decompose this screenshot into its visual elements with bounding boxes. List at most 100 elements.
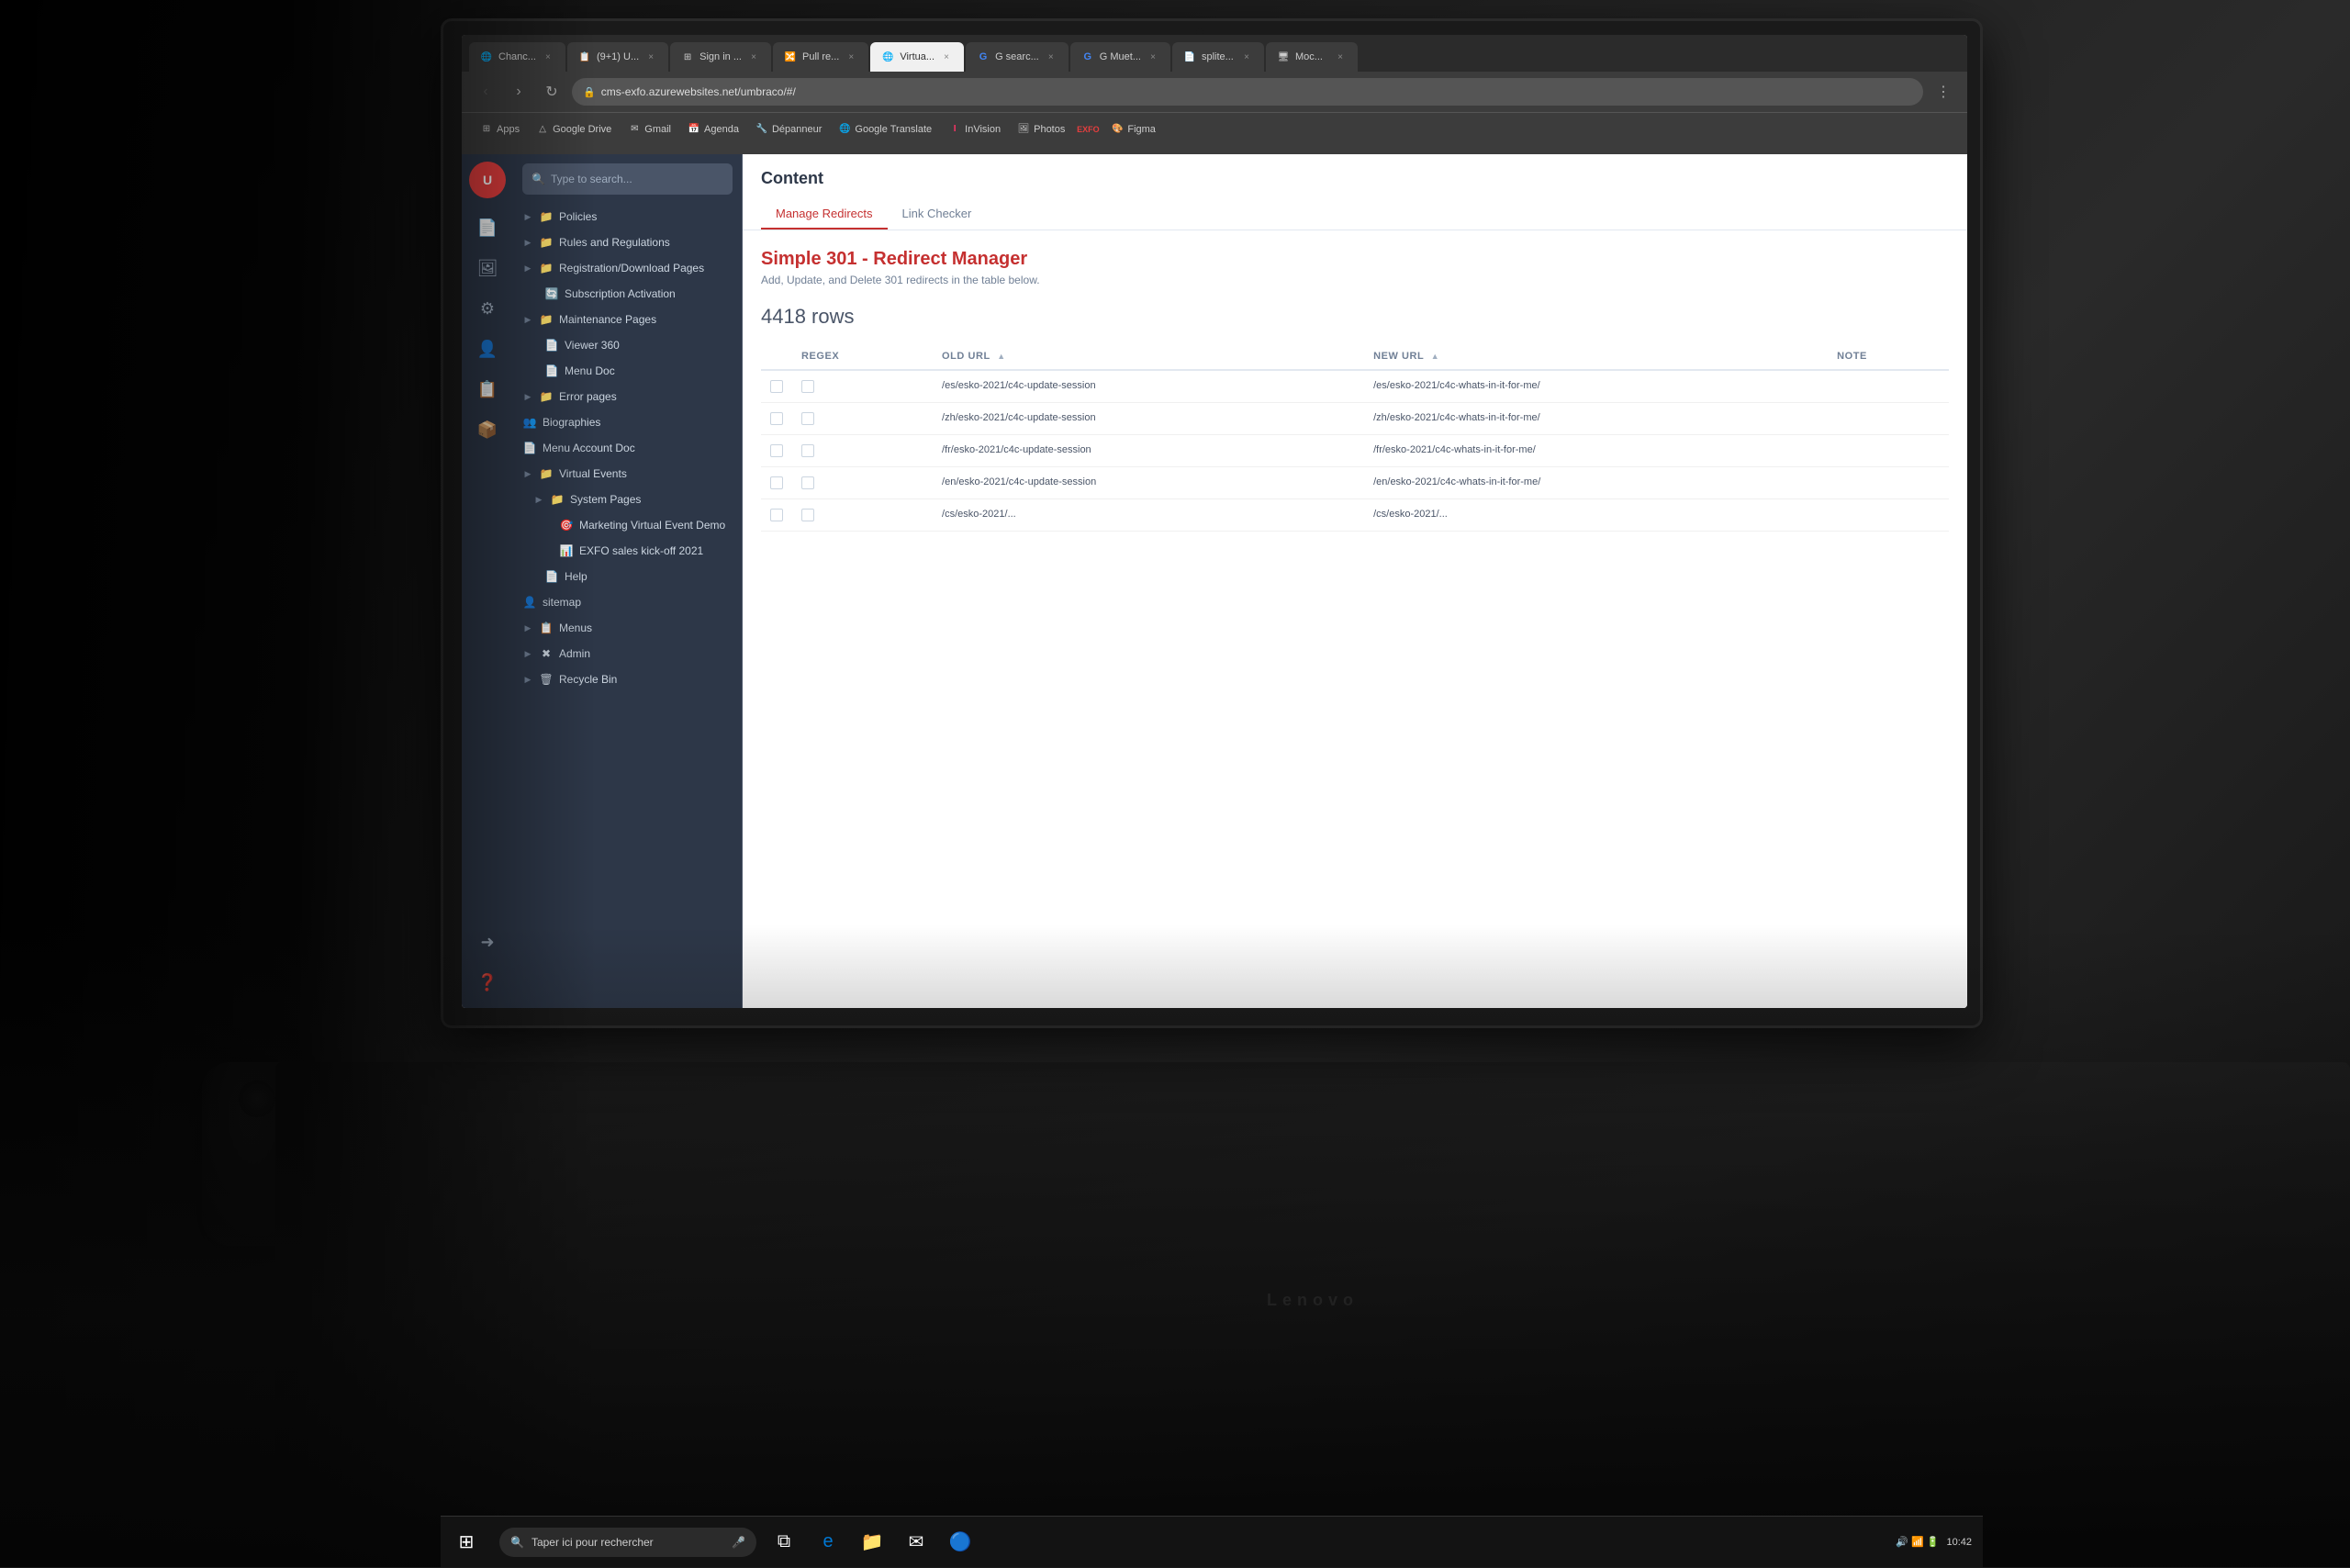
taskbar-icon-taskview[interactable]: ⧉ [764, 1522, 804, 1562]
bookmark-invision[interactable]: I InVision [941, 120, 1008, 139]
folder-icon-rules: 📁 [539, 235, 554, 250]
taskbar-tray: 🔊 📶 🔋 10:42 [1885, 1536, 1983, 1548]
tab-close-4[interactable]: × [845, 50, 857, 63]
browser-tab-3[interactable]: ⊞ Sign in ... × [670, 42, 771, 72]
tree-scroll[interactable]: ▶ 📁 Policies ▶ 📁 Rules and Regulations [513, 204, 742, 1008]
tree-item-menudoc[interactable]: 📄 Menu Doc [513, 358, 742, 384]
browser-tab-6[interactable]: G G searc... × [966, 42, 1069, 72]
tree-item-errorpages[interactable]: ▶ 📁 Error pages [513, 384, 742, 409]
tab-close-3[interactable]: × [747, 50, 760, 63]
chevron-virtualevents: ▶ [522, 468, 533, 479]
tree-item-marketingevent[interactable]: 🎯 Marketing Virtual Event Demo [513, 512, 742, 538]
rail-icon-forms[interactable]: 📋 [469, 371, 506, 408]
bookmark-exfo[interactable]: EXFO [1074, 120, 1102, 139]
tree-item-maintenance[interactable]: ▶ 📁 Maintenance Pages [513, 307, 742, 332]
back-button[interactable]: ‹ [473, 79, 498, 105]
tab-close-5[interactable]: × [940, 50, 953, 63]
row2-regex-checkbox[interactable] [801, 412, 814, 425]
extensions-button[interactable]: ⋮ [1930, 79, 1956, 105]
forward-button[interactable]: › [506, 79, 532, 105]
row1-regex-checkbox[interactable] [801, 380, 814, 393]
tree-item-policies[interactable]: ▶ 📁 Policies [513, 204, 742, 230]
start-button[interactable]: ⊞ [441, 1517, 492, 1568]
tree-item-virtualevents[interactable]: ▶ 📁 Virtual Events [513, 461, 742, 487]
row3-checkbox[interactable] [770, 444, 783, 457]
rail-icon-deploy[interactable]: 📦 [469, 411, 506, 448]
tab-close-7[interactable]: × [1147, 50, 1159, 63]
th-regex[interactable]: REGEX [792, 343, 933, 370]
bookmark-depanneur[interactable]: 🔧 Dépanneur [748, 120, 829, 139]
tree-item-biographies[interactable]: 👥 Biographies [513, 409, 742, 435]
tree-item-admin[interactable]: ▶ ✖ Admin [513, 641, 742, 666]
tab-link-checker[interactable]: Link Checker [888, 199, 987, 230]
row5-regex-checkbox[interactable] [801, 509, 814, 521]
tab-close-1[interactable]: × [542, 50, 554, 63]
taskbar-icon-explorer[interactable]: 📁 [852, 1522, 892, 1562]
row2-checkbox-cell [761, 403, 792, 435]
browser-tab-8[interactable]: 📄 splite... × [1172, 42, 1264, 72]
tree-item-recyclebin[interactable]: ▶ 🗑 Recycle Bin [513, 666, 742, 692]
address-bar[interactable]: 🔒 cms-exfo.azurewebsites.net/umbraco/#/ [572, 78, 1923, 106]
row4-regex-checkbox[interactable] [801, 476, 814, 489]
tree-item-registration[interactable]: ▶ 📁 Registration/Download Pages [513, 255, 742, 281]
doc-icon-menudoc: 📄 [544, 364, 559, 378]
browser-tabs: 🌐 Chanc... × 📋 (9+1) U... × ⊞ Sign in ..… [462, 35, 1967, 72]
tree-item-rules[interactable]: ▶ 📁 Rules and Regulations [513, 230, 742, 255]
tab-close-9[interactable]: × [1334, 50, 1347, 63]
bookmark-apps[interactable]: ⊞ Apps [473, 120, 527, 139]
browser-tab-4[interactable]: 🔀 Pull re... × [773, 42, 868, 72]
tree-item-menus[interactable]: ▶ 📋 Menus [513, 615, 742, 641]
redirect-manager-subtitle: Add, Update, and Delete 301 redirects in… [761, 274, 1949, 286]
taskbar-search[interactable]: 🔍 Taper ici pour rechercher 🎤 [499, 1528, 756, 1557]
browser-tab-5[interactable]: 🌐 Virtua... × [870, 42, 964, 72]
bookmark-gmail[interactable]: ✉ Gmail [621, 120, 678, 139]
browser-tab-9[interactable]: 🖥 Moc... × [1266, 42, 1358, 72]
th-new-url[interactable]: NEW URL ▲ [1364, 343, 1828, 370]
browser-tab-2[interactable]: 📋 (9+1) U... × [567, 42, 668, 72]
tab-close-6[interactable]: × [1045, 50, 1058, 63]
tree-item-menuaccountdoc[interactable]: 📄 Menu Account Doc [513, 435, 742, 461]
bookmark-agenda[interactable]: 📅 Agenda [680, 120, 746, 139]
bookmark-photos[interactable]: 🖼 Photos [1010, 120, 1072, 139]
bookmark-icon-photos: 🖼 [1017, 123, 1030, 136]
row1-checkbox[interactable] [770, 380, 783, 393]
bookmark-translate[interactable]: 🌐 Google Translate [831, 120, 939, 139]
row4-checkbox[interactable] [770, 476, 783, 489]
row2-checkbox[interactable] [770, 412, 783, 425]
tree-item-sitemap[interactable]: 👤 sitemap ••• [513, 589, 742, 615]
tab-close-8[interactable]: × [1240, 50, 1253, 63]
folder-icon-maintenance: 📁 [539, 312, 554, 327]
tree-item-exfosales[interactable]: 📊 EXFO sales kick-off 2021 [513, 538, 742, 564]
taskbar-icon-mail[interactable]: ✉ [896, 1522, 936, 1562]
tab-label-3: Sign in ... [699, 51, 742, 62]
tree-item-viewer360[interactable]: 📄 Viewer 360 [513, 332, 742, 358]
bookmark-googledrive[interactable]: △ Google Drive [529, 120, 619, 139]
rail-icon-settings[interactable]: ⚙ [469, 290, 506, 327]
rail-icon-content[interactable]: 📄 [469, 209, 506, 246]
taskbar-icon-chrome[interactable]: 🔵 [940, 1522, 980, 1562]
tree-item-help[interactable]: 📄 Help ••• [513, 564, 742, 589]
tab-close-2[interactable]: × [644, 50, 657, 63]
rail-icon-help[interactable]: ❓ [469, 964, 506, 1001]
tree-item-subscription[interactable]: 🔄 Subscription Activation [513, 281, 742, 307]
row2-new-url: /zh/esko-2021/c4c-whats-in-it-for-me/ [1364, 403, 1828, 435]
row3-regex-checkbox[interactable] [801, 444, 814, 457]
microphone-icon: 🎤 [732, 1536, 745, 1549]
th-old-url[interactable]: OLD URL ▲ [933, 343, 1364, 370]
rail-icon-media[interactable]: 🖼 [469, 250, 506, 286]
row5-checkbox[interactable] [770, 509, 783, 521]
rail-icon-redirect[interactable]: ➜ [469, 924, 506, 960]
reload-button[interactable]: ↻ [539, 79, 565, 105]
browser-tab-7[interactable]: G G Muet... × [1070, 42, 1170, 72]
taskbar-icon-edge[interactable]: e [808, 1522, 848, 1562]
tree-item-systempages[interactable]: ▶ 📁 System Pages [513, 487, 742, 512]
bookmark-icon-apps: ⊞ [480, 123, 493, 136]
search-placeholder: Type to search... [551, 173, 632, 185]
clock: 10:42 [1946, 1537, 1972, 1548]
tree-label-marketingevent: Marketing Virtual Event Demo [579, 519, 733, 532]
browser-tab-1[interactable]: 🌐 Chanc... × [469, 42, 565, 72]
rail-icon-users[interactable]: 👤 [469, 330, 506, 367]
search-box[interactable]: 🔍 Type to search... [522, 163, 733, 195]
tab-manage-redirects[interactable]: Manage Redirects [761, 199, 888, 230]
bookmark-figma[interactable]: 🎨 Figma [1103, 120, 1163, 139]
